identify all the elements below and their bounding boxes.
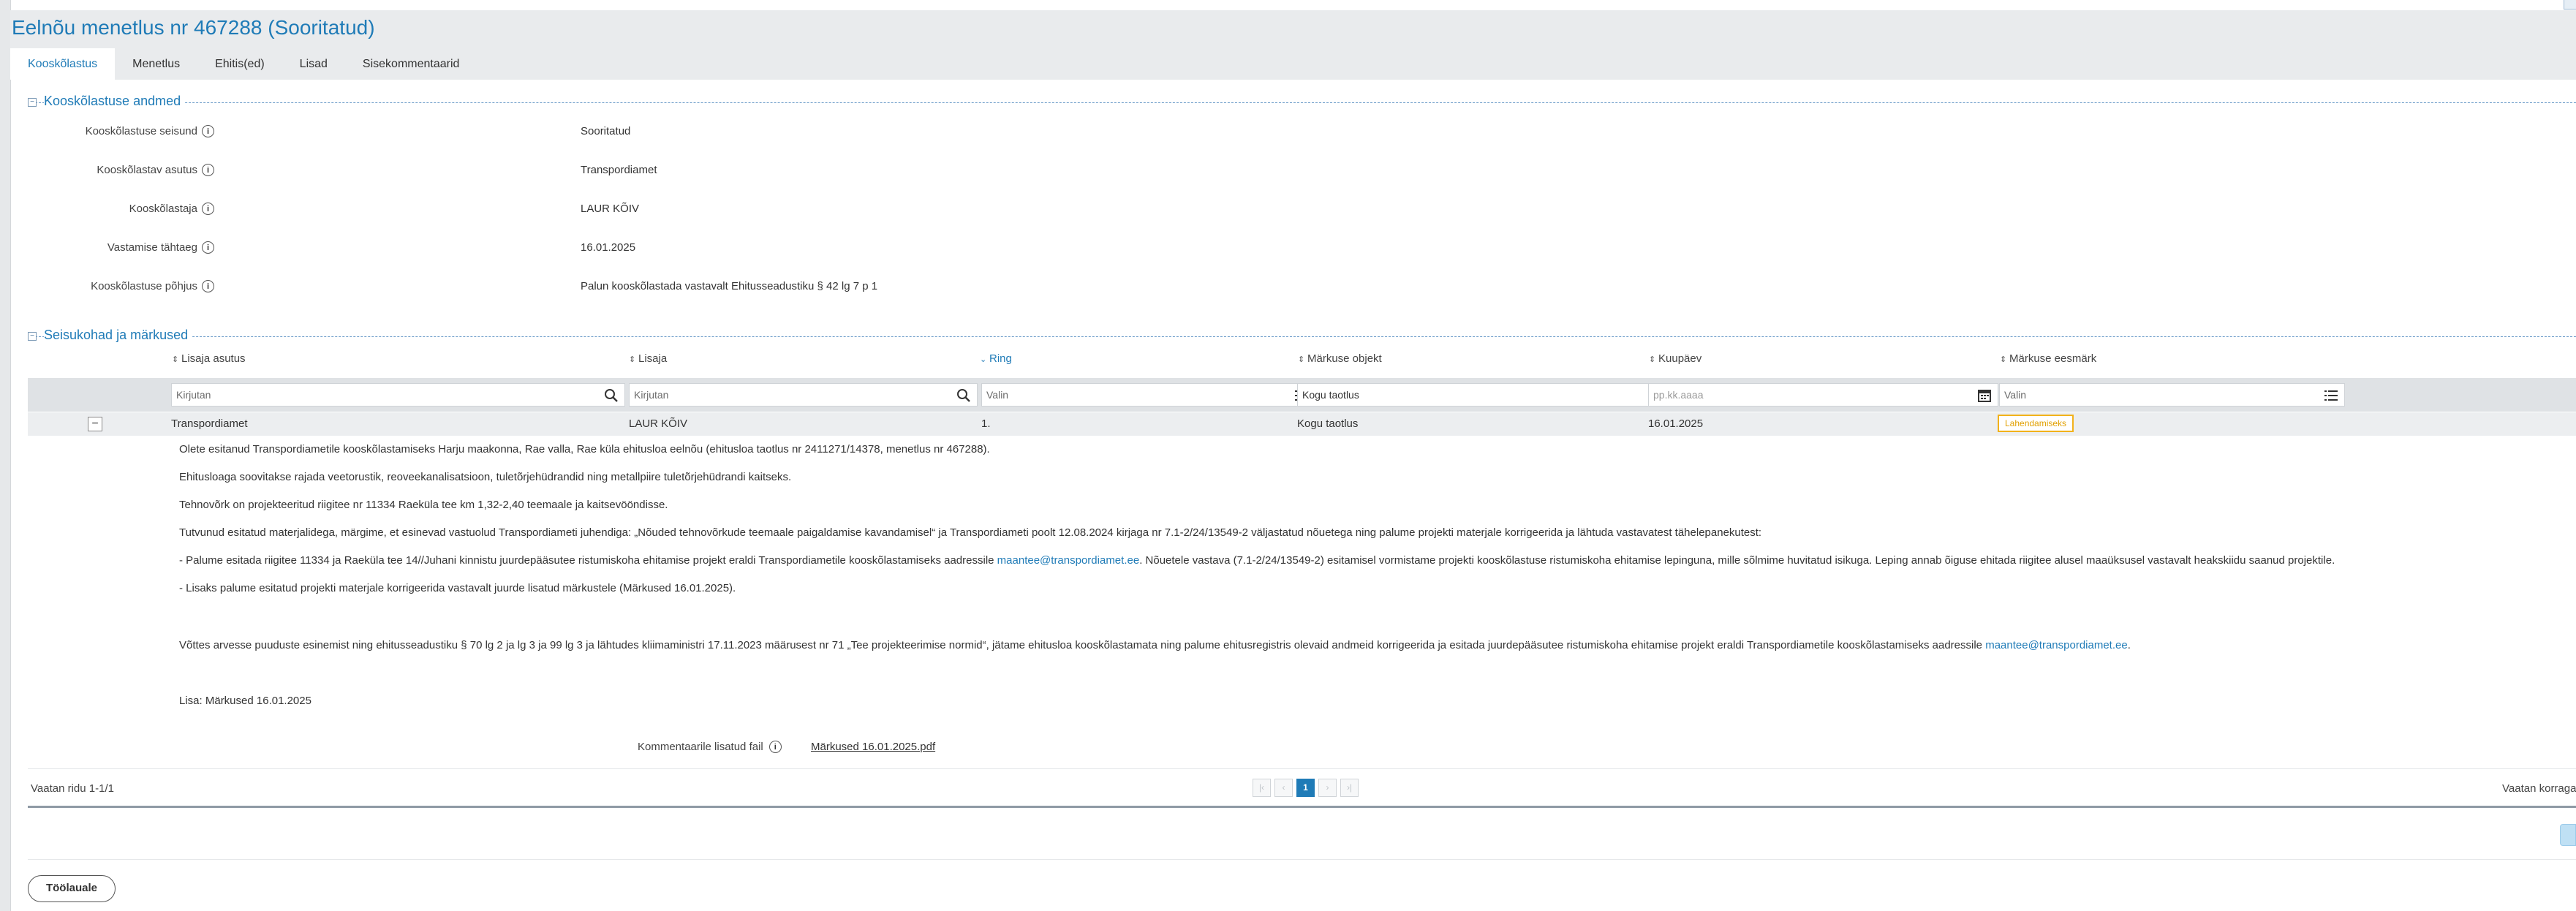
column-header-kuupaev[interactable]: ⇕ Kuupäev	[1649, 352, 1701, 365]
tab-menetlus[interactable]: Menetlus	[115, 48, 197, 80]
comment-paragraph: Võttes arvesse puuduste esinemist ning e…	[179, 639, 2131, 651]
attachment-label: Kommentaarile lisatud fail i	[638, 741, 782, 753]
email-link[interactable]: maantee@transpordiamet.ee	[1985, 639, 2128, 651]
corner-tab[interactable]	[2564, 0, 2576, 10]
filter-lisaja-asutus[interactable]: Kirjutan	[171, 383, 625, 407]
search-icon[interactable]	[604, 388, 619, 403]
page-header: Eelnõu menetlus nr 467288 (Sooritatud) K…	[10, 10, 2576, 80]
cell-ring: 1.	[981, 417, 991, 430]
comment-paragraph: Ehitusloaga soovitakse rajada veetorusti…	[179, 471, 792, 483]
filter-ring[interactable]: Valin	[981, 383, 1315, 407]
sort-desc-icon: ⌄	[980, 355, 987, 364]
filter-kuupaev[interactable]: pp.kk.aaaa	[1648, 383, 1998, 407]
comment-paragraph: Tehnovõrk on projekteeritud riigitee nr …	[179, 499, 668, 511]
top-strip	[0, 0, 2576, 11]
comment-paragraph: Lisa: Märkused 16.01.2025	[179, 695, 311, 707]
section-title: Kooskõlastuse andmed	[44, 94, 186, 109]
field-label: Kooskõlastav asutus i	[97, 164, 214, 176]
comment-paragraph: Tutvunud esitatud materjalidega, märgime…	[179, 526, 1762, 539]
pagination: |‹ ‹ 1 › ›|	[1253, 779, 1359, 797]
sort-icon: ⇕	[1649, 355, 1656, 364]
field-value: Sooritatud	[581, 125, 631, 137]
field-row-kooskolastaja: Kooskõlastaja i LAUR KÕIV	[28, 199, 1051, 221]
sort-icon: ⇕	[172, 355, 179, 364]
attachment-link[interactable]: Märkused 16.01.2025.pdf	[811, 741, 935, 753]
left-rail	[0, 0, 11, 911]
cell-lisaja: LAUR KÕIV	[629, 417, 688, 430]
calendar-icon[interactable]	[1977, 388, 1992, 403]
page-1-button[interactable]: 1	[1296, 779, 1315, 797]
rows-info: Vaatan ridu 1-1/1	[31, 782, 114, 795]
field-label: Kooskõlastuse seisund i	[86, 125, 214, 137]
next-page-button[interactable]: ›	[1318, 779, 1337, 797]
info-icon[interactable]: i	[202, 241, 214, 254]
search-icon[interactable]	[956, 388, 971, 403]
filter-markuse-objekt[interactable]: Kogu taotlus	[1297, 383, 1669, 407]
tab-sisekommentaarid[interactable]: Sisekommentaarid	[345, 48, 477, 80]
section-divider	[28, 336, 2576, 337]
filter-markuse-eesmark[interactable]: Valin	[1999, 383, 2345, 407]
page-title: Eelnõu menetlus nr 467288 (Sooritatud)	[12, 16, 375, 39]
tab-kooskolastus[interactable]: Kooskõlastus	[10, 48, 116, 80]
status-badge: Lahendamiseks	[1998, 415, 2074, 432]
sort-icon: ⇕	[2000, 355, 2007, 364]
table-row[interactable]: − Transpordiamet LAUR KÕIV 1. Kogu taotl…	[28, 412, 2576, 436]
info-icon[interactable]: i	[202, 280, 214, 292]
tab-bar: Kooskõlastus Menetlus Ehitis(ed) Lisad S…	[10, 48, 477, 80]
cell-markuse-objekt: Kogu taotlus	[1297, 417, 1359, 430]
bottom-separator	[28, 859, 2576, 860]
sort-icon: ⇕	[1298, 355, 1305, 364]
field-row-asutus: Kooskõlastav asutus i Transpordiamet	[28, 160, 1051, 182]
section-divider	[28, 102, 2576, 103]
field-value: Transpordiamet	[581, 164, 657, 176]
email-link[interactable]: maantee@transpordiamet.ee	[997, 554, 1140, 567]
field-row-tahtaeg: Vastamise tähtaeg i 16.01.2025	[28, 238, 1051, 260]
column-header-markuse-objekt[interactable]: ⇕ Märkuse objekt	[1298, 352, 1382, 365]
sort-icon: ⇕	[629, 355, 636, 364]
list-icon[interactable]	[2324, 388, 2338, 403]
scroll-tab-button[interactable]	[2560, 824, 2576, 846]
section-title: Seisukohad ja märkused	[44, 328, 193, 343]
field-label: Kooskõlastuse põhjus i	[91, 280, 214, 292]
page-size-label: Vaatan korraga	[2502, 782, 2576, 795]
column-header-lisaja-asutus[interactable]: ⇕ Lisaja asutus	[172, 352, 246, 365]
comment-paragraph: - Palume esitada riigitee 11334 ja Raekü…	[179, 554, 2335, 567]
row-collapse-button[interactable]: −	[88, 417, 102, 431]
last-page-button[interactable]: ›|	[1340, 779, 1359, 797]
field-value: 16.01.2025	[581, 241, 636, 254]
field-value: Palun kooskõlastada vastavalt Ehitussead…	[581, 280, 878, 292]
field-row-seisund: Kooskõlastuse seisund i Sooritatud	[28, 121, 1051, 143]
section-kooskolastuse-andmed: − Kooskõlastuse andmed	[28, 92, 2576, 114]
column-header-ring[interactable]: ⌄ Ring	[980, 352, 1012, 365]
field-label: Kooskõlastaja i	[129, 203, 214, 215]
filter-bar: Kirjutan Kirjutan Valin Kogu taotlus pp.…	[28, 378, 2576, 412]
filter-lisaja[interactable]: Kirjutan	[629, 383, 978, 407]
back-to-dashboard-button[interactable]: Töölauale	[28, 875, 116, 902]
info-icon[interactable]: i	[202, 164, 214, 176]
field-value: LAUR KÕIV	[581, 203, 640, 215]
section-seisukohad: − Seisukohad ja märkused	[28, 326, 2576, 348]
collapse-section-toggle[interactable]: −	[28, 98, 37, 107]
cell-kuupaev: 16.01.2025	[1648, 417, 1704, 430]
field-row-pohjus: Kooskõlastuse põhjus i Palun kooskõlastad…	[28, 276, 1051, 298]
info-icon[interactable]: i	[202, 125, 214, 137]
info-icon[interactable]: i	[768, 741, 782, 753]
column-header-markuse-eesmark[interactable]: ⇕ Märkuse eesmärk	[2000, 352, 2096, 365]
field-label: Vastamise tähtaeg i	[107, 241, 214, 254]
tab-lisad[interactable]: Lisad	[282, 48, 345, 80]
table-bottom-border	[28, 806, 2576, 808]
info-icon[interactable]: i	[202, 203, 214, 215]
cell-lisaja-asutus: Transpordiamet	[171, 417, 248, 430]
tab-ehitised[interactable]: Ehitis(ed)	[197, 48, 282, 80]
comment-paragraph: - Lisaks palume esitatud projekti materj…	[179, 582, 736, 594]
first-page-button[interactable]: |‹	[1253, 779, 1271, 797]
prev-page-button[interactable]: ‹	[1274, 779, 1293, 797]
column-header-lisaja[interactable]: ⇕ Lisaja	[629, 352, 667, 365]
collapse-section-toggle[interactable]: −	[28, 332, 37, 341]
comment-paragraph: Olete esitanud Transpordiametile kooskõl…	[179, 443, 990, 455]
row-separator	[28, 768, 2576, 769]
